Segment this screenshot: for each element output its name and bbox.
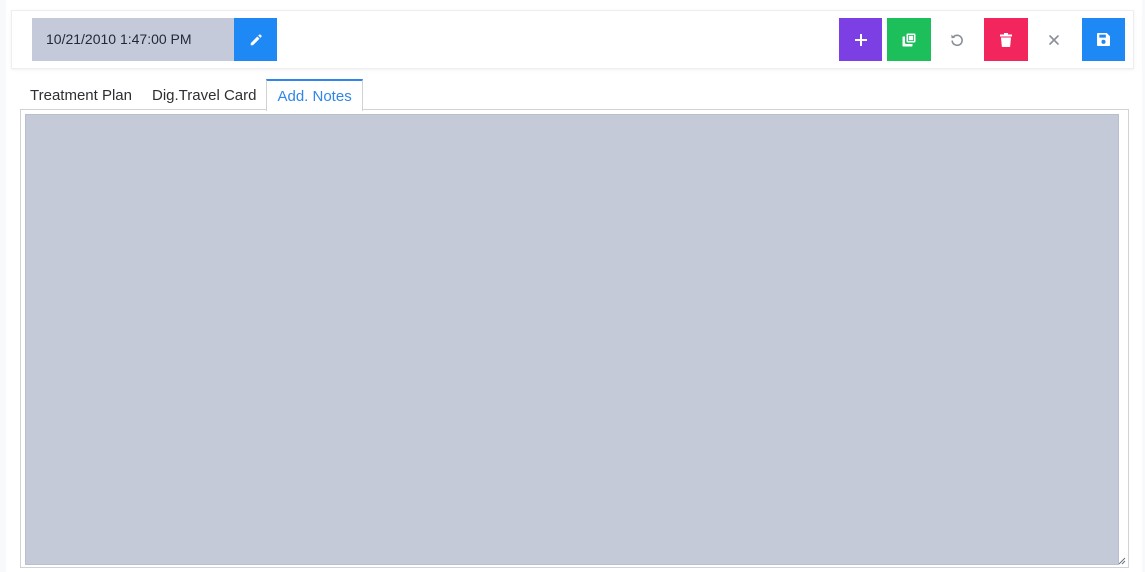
page: 10/21/2010 1:47:00 PM Treatment Plan Dig… [6,0,1142,572]
save-button[interactable] [1082,18,1125,61]
tab-add-notes[interactable]: Add. Notes [266,79,363,111]
close-icon [1049,34,1059,45]
tab-bar: Treatment Plan Dig.Travel Card Add. Note… [20,79,363,111]
trash-icon [1000,32,1012,47]
plus-icon [854,33,867,46]
edit-date-button[interactable] [234,18,277,61]
tab-dig-travel-card[interactable]: Dig.Travel Card [142,79,266,110]
undo-icon [951,34,963,46]
add-button[interactable] [839,18,882,61]
toolbar: 10/21/2010 1:47:00 PM [11,10,1134,69]
close-button[interactable] [1032,18,1076,61]
pencil-icon [250,33,262,45]
copy-icon [902,33,916,46]
save-icon [1097,33,1110,46]
tab-panel [20,109,1129,568]
delete-button[interactable] [984,18,1028,61]
tab-treatment-plan[interactable]: Treatment Plan [20,79,142,110]
resize-grip-icon[interactable] [1116,555,1126,565]
undo-button[interactable] [935,18,979,61]
notes-textarea[interactable] [25,114,1119,565]
date-time-field[interactable]: 10/21/2010 1:47:00 PM [32,18,234,61]
duplicate-button[interactable] [887,18,931,61]
